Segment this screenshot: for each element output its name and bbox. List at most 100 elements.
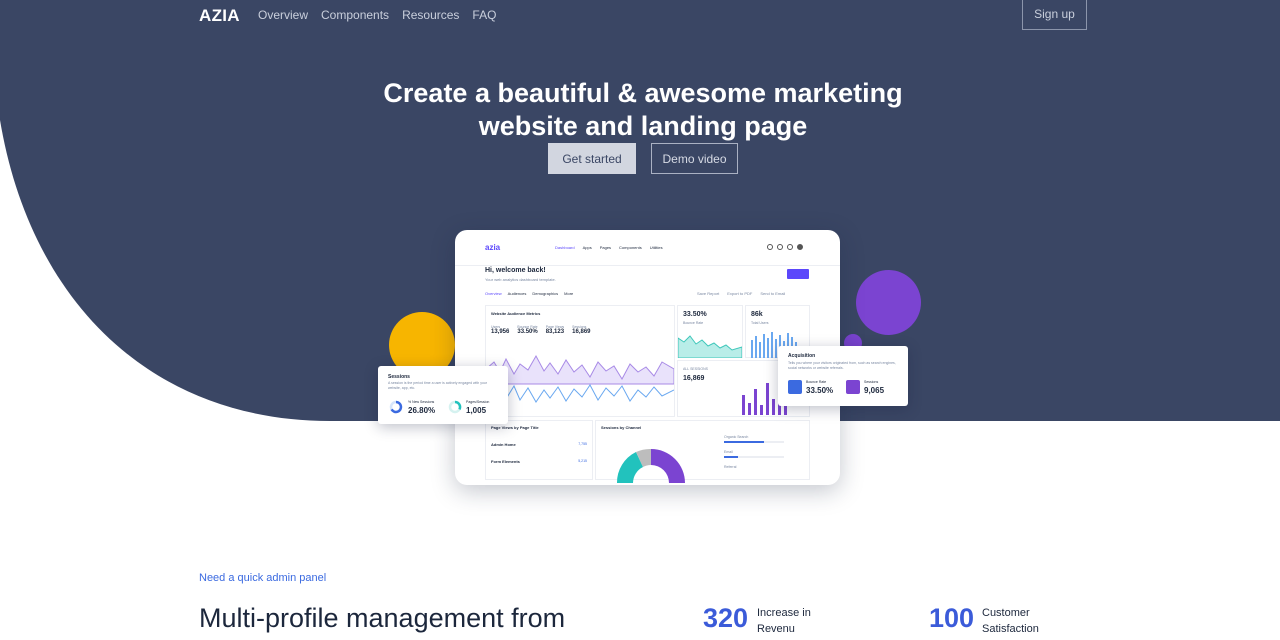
donut-progress-icon	[389, 400, 403, 414]
hero-headline: Create a beautiful & awesome marketing w…	[340, 77, 946, 143]
mockup-page-views-card: Page Views by Page Title Admin Home 7,75…	[485, 420, 593, 480]
mockup-metric: Users 13,956	[491, 325, 509, 335]
mockup-logo: azia	[485, 243, 501, 252]
mockup-channel-label: Organic Search	[724, 435, 749, 439]
nav-link-faq[interactable]: FAQ	[472, 8, 496, 22]
sessions-stat1-value: 26.80%	[408, 406, 436, 415]
mockup-area-chart	[678, 335, 742, 358]
metric-value: 13,956	[491, 329, 510, 335]
sign-up-button[interactable]: Sign up	[1022, 0, 1087, 30]
mockup-metrics: Users 13,956 Bounce Rate 33.50% Page Views…	[491, 325, 591, 335]
nav-link-components[interactable]: Components	[321, 8, 389, 22]
metric-value: 16,869	[572, 329, 591, 335]
mockup-page-name: Form Elements	[491, 459, 520, 464]
stat-satisfaction-label: Customer Satisfaction	[982, 605, 1039, 637]
mockup-channel-title: Sessions by Channel	[601, 425, 642, 430]
acquisition-card-description: Tells you where your visitors originated…	[788, 361, 896, 370]
mockup-welcome: Hi, welcome back!	[485, 267, 546, 274]
mockup-nav-components: Components	[619, 245, 642, 250]
nav-link-resources[interactable]: Resources	[402, 8, 459, 22]
mockup-all-sessions-label: ALL SESSIONS	[683, 367, 708, 371]
mockup-send-email: Send to Email	[760, 291, 786, 296]
acquisition-stat2-label: Sessions	[864, 380, 879, 384]
get-started-button[interactable]: Get started	[548, 143, 636, 174]
decorative-purple-circle	[856, 270, 921, 335]
mockup-nav-dashboard: Dashboard	[555, 245, 575, 250]
acquisition-card-title: Acquisition	[788, 353, 816, 359]
nav-links: Overview Components Resources FAQ	[258, 8, 496, 22]
stat-satisfaction-number: 100	[929, 603, 975, 633]
mockup-report-links: Save Report Export to PDF Send to Email	[697, 291, 785, 296]
mockup-export-button	[787, 269, 809, 279]
mockup-page-value: 7,755	[578, 442, 587, 446]
mockup-metric: Page Views 83,123	[546, 325, 564, 335]
mockup-metric: Sessions 16,869	[572, 325, 590, 335]
logo[interactable]: AZIA	[199, 6, 240, 26]
mockup-channel-bar	[724, 441, 784, 443]
message-icon	[777, 244, 783, 250]
stat-revenue-label-line-1: Increase in	[757, 607, 811, 619]
mockup-donut-chart	[616, 448, 685, 483]
mockup-bounce-value: 33.50%	[683, 311, 707, 318]
bar-chart-icon	[846, 380, 860, 394]
mockup-tabs: Overview Audiences Demographics More	[485, 291, 573, 296]
bell-icon	[787, 244, 793, 250]
mockup-all-sessions-value: 16,869	[683, 375, 705, 382]
mockup-nav: Dashboard Apps Pages Components Utilitie…	[555, 245, 663, 250]
mockup-audience-card: Website Audience Metrics Users 13,956 Bou…	[485, 305, 675, 417]
sessions-card-description: A session is the period time a user is a…	[388, 381, 488, 390]
hero-headline-line-2: website and landing page	[478, 111, 808, 141]
acquisition-floating-card: Acquisition Tells you where your visitor…	[778, 346, 908, 406]
mockup-export-pdf: Export to PDF	[727, 291, 753, 296]
metric-value: 33.50%	[517, 329, 538, 335]
mockup-channel-label: Referral	[724, 465, 737, 469]
stat-revenue-label-line-2: Revenu	[757, 623, 795, 635]
mockup-line-chart	[486, 354, 674, 403]
mockup-users-value: 86k	[751, 311, 763, 318]
mockup-channel-label: Email	[724, 450, 733, 454]
bar-chart-icon	[788, 380, 802, 394]
mockup-channel-bar	[724, 456, 784, 458]
acquisition-stat1-label: Bounce Rate	[806, 380, 827, 384]
nav-link-overview[interactable]: Overview	[258, 8, 308, 22]
search-icon	[767, 244, 773, 250]
mockup-topbar: azia Dashboard Apps Pages Components Uti…	[455, 230, 840, 266]
sessions-stat1-label: % New Sessions	[408, 400, 435, 404]
mockup-nav-pages: Pages	[599, 245, 612, 250]
mockup-tab-demographics: Demographics	[532, 291, 559, 296]
sessions-card-title: Sessions	[388, 374, 410, 380]
mockup-header-icons	[767, 244, 803, 250]
stat-revenue-label: Increase in Revenu	[757, 605, 811, 637]
mockup-page-name: Admin Home	[491, 442, 516, 447]
mockup-nav-apps: Apps	[582, 245, 592, 250]
sessions-stat2-label: Pages/Session	[466, 400, 490, 404]
landing-page: AZIA Overview Components Resources FAQ S…	[0, 0, 1280, 640]
mockup-page-views-title: Page Views by Page Title	[491, 425, 539, 430]
mockup-users-label: Total Users	[751, 321, 769, 325]
metric-value: 83,123	[545, 329, 565, 335]
donut-progress-icon	[448, 400, 462, 414]
stat-revenue-number: 320	[703, 603, 749, 633]
mockup-metric: Bounce Rate 33.50%	[517, 325, 537, 335]
demo-video-button[interactable]: Demo video	[651, 143, 738, 174]
mockup-subtitle: Your web analytics dashboard template.	[485, 277, 556, 282]
avatar	[797, 244, 803, 250]
mockup-tab-more: More	[564, 291, 574, 296]
acquisition-stat2-value: 9,065	[864, 386, 885, 395]
mockup-bounce-card: 33.50% Bounce Rate	[677, 305, 743, 358]
section-title: Multi-profile management from	[199, 603, 566, 633]
stat-satisfaction-label-line-1: Customer	[982, 607, 1030, 619]
section-eyebrow: Need a quick admin panel	[199, 572, 327, 584]
mockup-nav-utilities: Utilities	[649, 245, 663, 250]
mockup-save-report: Save Report	[697, 291, 720, 296]
stat-satisfaction-label-line-2: Satisfaction	[982, 623, 1039, 635]
top-nav: AZIA Overview Components Resources FAQ S…	[0, 0, 1280, 30]
sessions-floating-card: Sessions A session is the period time a …	[378, 366, 508, 424]
mockup-bounce-label: Bounce Rate	[683, 321, 704, 325]
sessions-stat2-value: 1,005	[466, 406, 487, 415]
mockup-audience-title: Website Audience Metrics	[491, 311, 541, 316]
mockup-tab-overview: Overview	[485, 291, 502, 296]
acquisition-stat1-value: 33.50%	[806, 386, 834, 395]
mockup-channel-card: Sessions by Channel Organic Search Email…	[595, 420, 810, 483]
mockup-page-value: 5,215	[578, 459, 587, 463]
